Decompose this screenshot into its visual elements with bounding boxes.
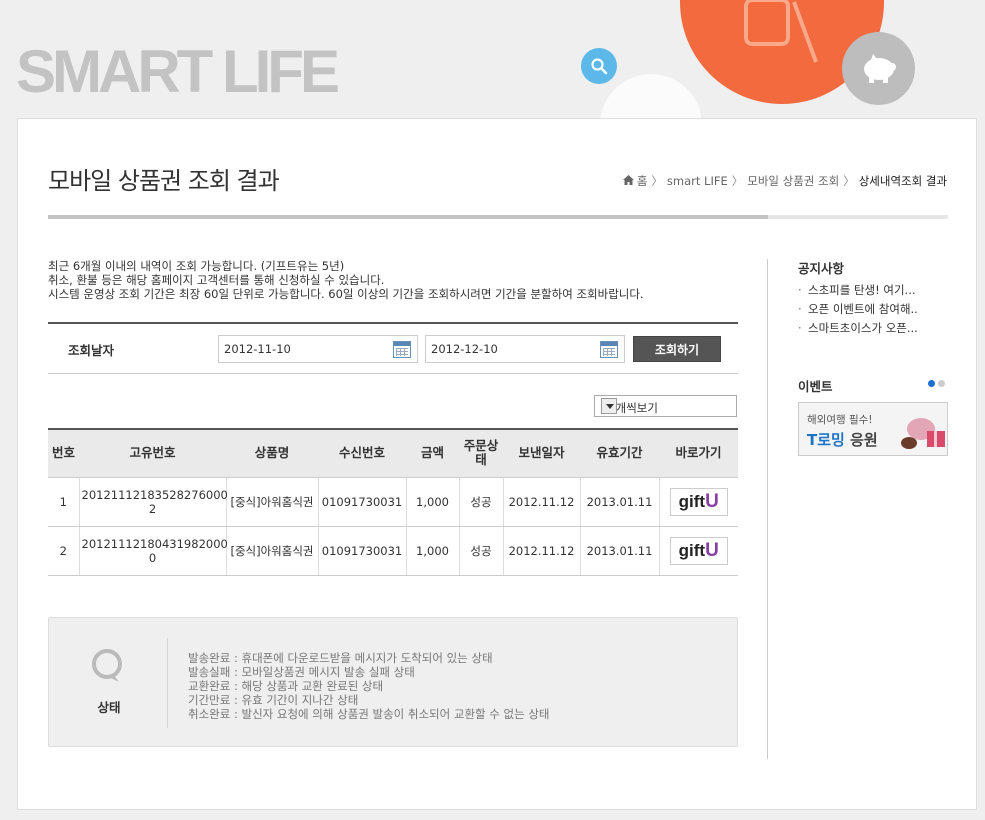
notice-line: 취소, 환불 등은 해당 홈페이지 고객센터를 통해 신청하실 수 있습니다.	[48, 273, 385, 287]
status-descriptions: 발송완료 : 휴대폰에 다운로드받을 메시지가 도착되어 있는 상태 발송실패 …	[188, 651, 549, 721]
column-header: 수신번호	[318, 428, 406, 478]
home-icon[interactable]	[622, 174, 634, 188]
chevron-right-icon: 〉	[731, 174, 744, 188]
brand-logo[interactable]: SMART LIFE	[16, 42, 340, 102]
expiry-date: 2013.01.11	[579, 477, 659, 527]
table-header-row: 번호 고유번호 상품명 수신번호 금액 주문상태 보낸일자 유효기간 바로가기	[48, 428, 738, 478]
notice-line: 최근 6개월 이내의 내역이 조회 가능합니다. (기프트유는 5년)	[48, 259, 345, 273]
column-header: 금액	[406, 428, 459, 478]
column-header: 유효기간	[580, 428, 659, 478]
speech-bubble-icon	[89, 648, 125, 688]
notice-item[interactable]: · 오픈 이벤트에 참여해..	[798, 300, 918, 319]
status-line: 발송실패 : 모바일상품권 메시지 발송 실패 상태	[188, 665, 415, 679]
column-header: 고유번호	[79, 428, 226, 478]
notice-section-title[interactable]: 공지사항	[798, 258, 844, 277]
carousel-dot[interactable]	[928, 380, 935, 387]
banner-line1: 해외여행 필수!	[807, 414, 873, 426]
notice-line: 시스템 운영상 조회 기간은 최장 60일 단위로 가능합니다. 60일 이상의…	[48, 287, 644, 301]
status-line: 발송완료 : 휴대폰에 다운로드받을 메시지가 도착되어 있는 상태	[188, 651, 493, 665]
page-title: 모바일 상품권 조회 결과	[48, 167, 280, 195]
notice-item[interactable]: · 스마트초이스가 오픈...	[798, 319, 918, 338]
breadcrumb-item[interactable]: smart LIFE	[667, 174, 728, 188]
carousel-dots	[928, 380, 945, 387]
date-label: 조회날자	[68, 343, 115, 358]
row-number: 2	[48, 526, 79, 576]
order-status: 성공	[458, 526, 503, 576]
piggy-bank-icon[interactable]	[842, 32, 915, 105]
event-banner[interactable]: 해외여행 필수! T로밍 응원	[798, 402, 948, 456]
sent-date: 2012.11.12	[502, 526, 580, 576]
gift-box-icon	[901, 418, 945, 449]
status-line: 기간만료 : 유효 기간이 지나간 상태	[188, 693, 359, 707]
event-section-title[interactable]: 이벤트	[798, 376, 833, 395]
title-divider	[48, 215, 948, 219]
calendar-icon[interactable]	[393, 341, 411, 358]
status-divider	[167, 638, 168, 728]
amount: 1,000	[405, 477, 459, 527]
giftu-logo: giftU	[678, 490, 719, 512]
results-table: 번호 고유번호 상품명 수신번호 금액 주문상태 보낸일자 유효기간 바로가기 …	[48, 428, 738, 576]
giftu-link-button[interactable]: giftU	[669, 487, 728, 516]
column-header: 상품명	[226, 428, 318, 478]
banner-line2: T로밍 응원	[807, 431, 878, 449]
column-header: 바로가기	[659, 428, 738, 478]
chevron-down-icon[interactable]	[601, 398, 617, 414]
notice-item[interactable]: · 스초피를 탄생! 여기...	[798, 281, 918, 300]
carousel-dot[interactable]	[938, 380, 945, 387]
column-header: 번호	[48, 428, 79, 478]
column-header: 주문상태	[459, 428, 503, 478]
row-number: 1	[48, 477, 79, 527]
search-button[interactable]: 조회하기	[633, 336, 721, 362]
breadcrumb-item[interactable]: 모바일 상품권 조회	[747, 173, 839, 189]
product-name: [중식]아워홈식권	[225, 477, 318, 527]
unique-id: 20121112183528276000 2	[78, 477, 228, 527]
recipient-number: 01091730031	[317, 477, 406, 527]
breadcrumb: 홈 〉 smart LIFE 〉 모바일 상품권 조회 〉 상세내역조회 결과	[622, 173, 947, 189]
expiry-date: 2013.01.11	[579, 526, 659, 576]
product-name: [중식]아워홈식권	[225, 526, 318, 576]
status-legend: 상태 발송완료 : 휴대폰에 다운로드받을 메시지가 도착되어 있는 상태 발송…	[48, 617, 738, 747]
end-date-field[interactable]	[425, 335, 625, 363]
calendar-icon[interactable]	[600, 341, 618, 358]
search-icon[interactable]	[581, 48, 617, 84]
start-date-field[interactable]	[218, 335, 418, 363]
end-date-input[interactable]	[426, 336, 586, 362]
breadcrumb-current: 상세내역조회 결과	[858, 174, 947, 188]
table-row: 2 20121112180431982000 0 [중식]아워홈식권 01091…	[48, 526, 738, 576]
breadcrumb-home[interactable]: 홈	[637, 173, 648, 189]
amount: 1,000	[405, 526, 459, 576]
table-row: 1 20121112183528276000 2 [중식]아워홈식권 01091…	[48, 477, 738, 527]
order-status: 성공	[458, 477, 503, 527]
start-date-input[interactable]	[219, 336, 379, 362]
status-line: 취소완료 : 발신자 요청에 의해 상품권 발송이 취소되어 교환할 수 없는 …	[188, 707, 550, 721]
giftu-link-button[interactable]: giftU	[669, 536, 728, 565]
giftu-logo: giftU	[678, 539, 719, 561]
search-form: 조회날자 조회하기	[48, 322, 738, 374]
per-page-select[interactable]: 10개씩보기	[594, 395, 737, 417]
chevron-right-icon: 〉	[843, 174, 855, 188]
sidebar-divider	[767, 259, 768, 759]
sent-date: 2012.11.12	[502, 477, 580, 527]
recipient-number: 01091730031	[317, 526, 406, 576]
status-line: 교환완료 : 해당 상품과 교환 완료된 상태	[188, 679, 384, 693]
notice-text: 최근 6개월 이내의 내역이 조회 가능합니다. (기프트유는 5년) 취소, …	[48, 259, 644, 301]
content-panel: 모바일 상품권 조회 결과 홈 〉 smart LIFE 〉 모바일 상품권 조…	[17, 118, 977, 810]
notice-list: · 스초피를 탄생! 여기... · 오픈 이벤트에 참여해.. · 스마트초이스가 …	[798, 281, 918, 338]
column-header: 보낸일자	[503, 428, 580, 478]
status-label: 상태	[97, 700, 121, 715]
chevron-right-icon: 〉	[651, 174, 663, 188]
unique-id: 20121112180431982000 0	[78, 526, 228, 576]
